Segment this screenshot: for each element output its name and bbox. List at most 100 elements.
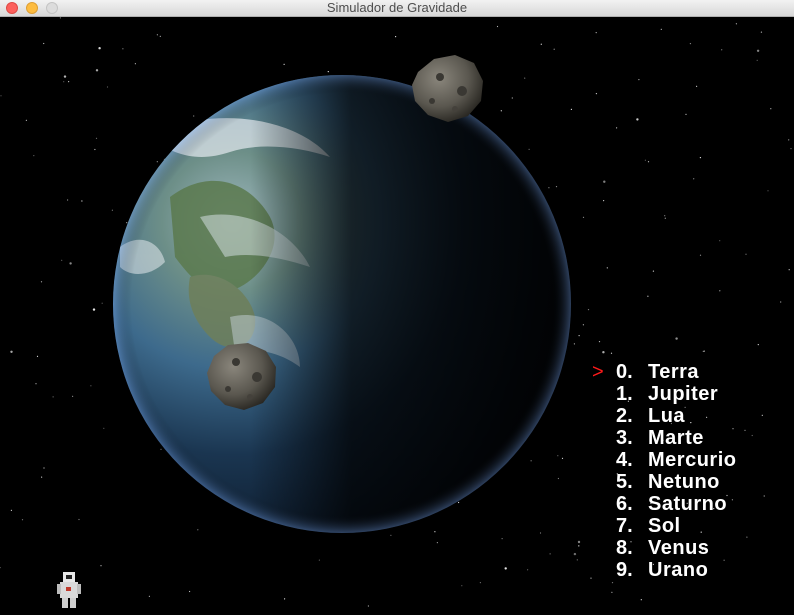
star [25, 119, 27, 121]
star [496, 25, 499, 28]
star [557, 477, 560, 480]
title-bar[interactable]: Simulador de Gravidade [0, 0, 794, 17]
star [699, 254, 702, 256]
star [78, 518, 80, 521]
star [756, 49, 760, 52]
star [746, 536, 748, 538]
star [664, 215, 666, 217]
star [41, 476, 43, 478]
star [159, 35, 161, 37]
star [690, 422, 692, 424]
star [436, 542, 438, 544]
star [595, 93, 598, 95]
star [745, 253, 747, 255]
star [35, 383, 37, 385]
star [160, 448, 162, 450]
star [458, 501, 460, 504]
star [577, 540, 581, 544]
star [751, 434, 753, 437]
star [63, 81, 65, 83]
star [611, 582, 614, 584]
star [788, 269, 790, 271]
star [528, 148, 530, 150]
star [590, 577, 592, 579]
star [67, 199, 69, 201]
star [696, 85, 698, 87]
star [576, 559, 578, 561]
star [98, 47, 101, 50]
star [731, 499, 734, 501]
star [68, 81, 70, 83]
star [675, 337, 678, 340]
star [43, 42, 45, 45]
star [685, 113, 687, 115]
star [780, 301, 782, 303]
star [106, 86, 109, 88]
star [606, 267, 608, 269]
menu-item-index: 9. [616, 559, 633, 581]
menu-item-index: 2. [616, 405, 633, 427]
star [702, 350, 704, 352]
star [664, 217, 666, 219]
earth-planet [113, 75, 571, 533]
star [36, 355, 39, 357]
astronaut[interactable] [57, 572, 81, 608]
star [479, 582, 481, 584]
star [610, 352, 613, 354]
star [602, 351, 605, 354]
star [327, 71, 329, 73]
star [395, 36, 397, 38]
star [92, 308, 96, 311]
star [10, 509, 12, 511]
star [193, 115, 195, 117]
menu-item-label: Marte [648, 427, 704, 449]
star [100, 565, 102, 567]
star [555, 186, 558, 188]
star [134, 63, 136, 65]
star [59, 17, 62, 19]
star [587, 309, 590, 311]
menu-item-index: 3. [616, 427, 633, 449]
star [761, 414, 763, 416]
star [788, 139, 790, 141]
star [723, 559, 725, 561]
menu-item-index: 7. [616, 515, 633, 537]
star [570, 108, 573, 110]
star [603, 180, 606, 183]
star [156, 161, 158, 163]
selection-marker: > [592, 361, 604, 383]
star [706, 416, 708, 418]
star [126, 222, 128, 224]
star [638, 79, 640, 81]
star [33, 155, 35, 157]
star [511, 97, 513, 99]
game-canvas[interactable]: >0. Terra 1. Jupiter 2. Lua 3. Marte 4. Mercurio 5… [0, 17, 794, 615]
star [770, 108, 772, 110]
menu-item-index: 4. [616, 449, 633, 471]
star [573, 552, 577, 556]
menu-item-label: Venus [648, 537, 710, 559]
star [693, 178, 695, 180]
menu-item-index: 5. [616, 471, 633, 493]
menu-item-label: Netuno [648, 471, 720, 493]
star [95, 137, 98, 139]
star [40, 281, 43, 283]
star [700, 531, 702, 533]
star [744, 429, 746, 431]
star [732, 428, 734, 430]
menu-item-label: Terra [648, 361, 700, 383]
star [122, 48, 124, 50]
star [760, 31, 763, 33]
star [94, 148, 96, 151]
menu-item-label: Mercurio [648, 449, 737, 471]
star [557, 455, 559, 457]
menu-item-label: Jupiter [648, 383, 719, 405]
star [647, 295, 649, 297]
menu-item-label: Urano [648, 559, 709, 581]
star [790, 148, 792, 150]
star [95, 69, 99, 72]
star [719, 240, 721, 242]
star [90, 385, 92, 387]
star [367, 605, 369, 607]
star [553, 48, 555, 50]
